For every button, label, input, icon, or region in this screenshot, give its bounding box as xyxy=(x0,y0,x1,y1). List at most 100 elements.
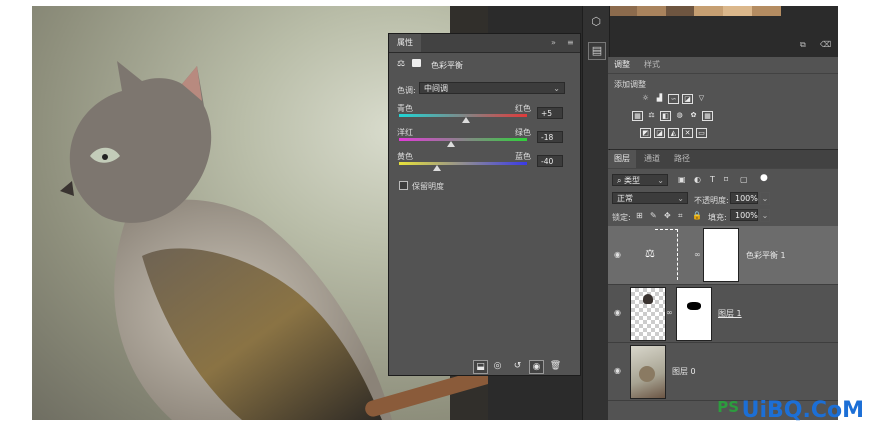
panel-menu-icon[interactable]: ≡ xyxy=(567,38,574,47)
new-group-icon[interactable]: ⧉ xyxy=(800,40,806,50)
adjustment-title: 色彩平衡 xyxy=(431,61,463,70)
collapse-icon[interactable]: » xyxy=(551,38,556,47)
view-previous-icon[interactable]: ◎ xyxy=(491,360,504,372)
adjustment-layer-thumbnail[interactable]: ⚖ xyxy=(628,228,680,282)
layer-mask-thumbnail[interactable] xyxy=(703,228,739,282)
mask-icon[interactable] xyxy=(412,59,421,67)
adjustments-panel: 调整 样式 添加调整 ☼ ▟ ∽ ◪ ▽ ▦ ⚖ ◧ ◍ ✿ ▦ ◩ ◪ ◭ ✕… xyxy=(608,57,838,149)
swatch[interactable] xyxy=(665,6,695,16)
invert-icon[interactable]: ◩ xyxy=(640,128,651,138)
lock-artboard-icon[interactable]: ⌗ xyxy=(678,211,683,221)
opacity-dropdown-icon[interactable]: ⌄ xyxy=(760,192,770,205)
slider-yellow-blue-value[interactable]: -40 xyxy=(537,155,563,167)
swatch[interactable] xyxy=(723,6,752,16)
filter-type-icon[interactable]: T xyxy=(710,175,715,184)
reset-icon[interactable]: ↺ xyxy=(511,360,524,372)
lock-position-icon[interactable]: ✥ xyxy=(664,211,671,220)
swatch[interactable] xyxy=(694,6,723,16)
levels-icon[interactable]: ▟ xyxy=(654,94,665,104)
lock-all-icon[interactable]: 🔒 xyxy=(692,211,702,220)
eye-icon[interactable]: ◉ xyxy=(614,366,624,375)
color-lookup-icon[interactable]: ▦ xyxy=(702,111,713,121)
channel-mixer-icon[interactable]: ✿ xyxy=(688,111,699,121)
blend-mode-select[interactable]: 正常 ⌄ xyxy=(612,192,688,204)
layer-name[interactable]: 图层 0 xyxy=(672,366,696,377)
threshold-icon[interactable]: ◭ xyxy=(668,128,679,138)
swatch[interactable] xyxy=(780,6,810,16)
cat-head-shape xyxy=(643,294,653,304)
fill-dropdown-icon[interactable]: ⌄ xyxy=(760,209,770,222)
add-adjustment-label: 添加调整 xyxy=(614,80,646,89)
swatch[interactable] xyxy=(608,6,637,16)
delete-icon[interactable]: ⌫ xyxy=(820,40,831,49)
divider xyxy=(608,73,838,74)
visibility-eye-icon[interactable]: ◉ xyxy=(529,360,544,374)
tab-properties[interactable]: 属性 xyxy=(389,34,421,52)
layer-name[interactable]: 色彩平衡 1 xyxy=(746,250,786,261)
slider-yellow-label: 黄色 xyxy=(397,152,413,161)
curves-icon[interactable]: ∽ xyxy=(668,94,679,104)
swatch[interactable] xyxy=(751,6,781,16)
filter-smart-object-icon[interactable]: ▢ xyxy=(740,175,748,184)
properties-panel-icon[interactable]: ▤ xyxy=(588,42,606,60)
lock-image-icon[interactable]: ✎ xyxy=(650,211,657,220)
gradient-map-icon[interactable]: ▭ xyxy=(696,128,707,138)
clip-to-layer-icon[interactable]: ⬓ xyxy=(473,360,488,374)
slider-cyan-red-value[interactable]: +5 xyxy=(537,107,563,119)
layer-mask-thumbnail[interactable] xyxy=(676,287,712,341)
link-chain-icon[interactable]: ∞ xyxy=(666,308,673,317)
slider-magenta-green-thumb[interactable] xyxy=(447,141,456,147)
black-white-icon[interactable]: ◧ xyxy=(660,111,671,121)
link-chain-icon[interactable]: ∞ xyxy=(694,250,701,259)
layer-row[interactable]: ◉ ⚖ ∞ 色彩平衡 1 xyxy=(608,226,838,285)
tab-paths[interactable]: 路径 xyxy=(668,150,696,168)
properties-panel: 属性 » ≡ ⚖ 色彩平衡 色调: 中间调 ⌄ 青色 红色 +5 洋红 绿色 -… xyxy=(388,33,581,376)
fill-input[interactable]: 100% xyxy=(730,209,758,221)
eye-icon[interactable]: ◉ xyxy=(614,250,624,259)
slider-yellow-blue-track[interactable] xyxy=(399,162,527,165)
selective-color-icon[interactable]: ✕ xyxy=(682,128,693,138)
filter-toggle-icon[interactable]: ● xyxy=(760,173,768,183)
photo-filter-icon[interactable]: ◍ xyxy=(674,111,685,121)
filter-shape-icon[interactable]: ⌑ xyxy=(724,175,728,184)
trash-icon[interactable]: 🗑 xyxy=(549,360,562,372)
tab-styles[interactable]: 样式 xyxy=(638,57,666,73)
fill-label: 填充: xyxy=(708,213,727,222)
vibrance-icon[interactable]: ▽ xyxy=(696,94,707,104)
slider-yellow-blue-thumb[interactable] xyxy=(433,165,442,171)
tone-select[interactable]: 中间调 ⌄ xyxy=(419,82,565,94)
eye-icon[interactable]: ◉ xyxy=(614,308,624,317)
posterize-icon[interactable]: ◪ xyxy=(654,128,665,138)
exposure-icon[interactable]: ◪ xyxy=(682,94,693,104)
slider-magenta-green-track[interactable] xyxy=(399,138,527,141)
layer-row[interactable]: ◉ 图层 0 xyxy=(608,342,838,401)
slider-cyan-red-thumb[interactable] xyxy=(462,117,471,123)
lock-transparent-icon[interactable]: ⊞ xyxy=(636,211,643,220)
swatch[interactable] xyxy=(636,6,666,16)
layer-row[interactable]: ◉ ∞ 图层 1 xyxy=(608,284,838,343)
layer-name[interactable]: 图层 1 xyxy=(718,308,742,319)
swatches-strip[interactable] xyxy=(608,6,838,16)
slider-magenta-green-value[interactable]: -18 xyxy=(537,131,563,143)
filter-pixel-icon[interactable]: ▣ xyxy=(678,175,686,184)
opacity-input[interactable]: 100% xyxy=(730,192,758,204)
selection-bracket xyxy=(655,229,678,280)
preserve-luminosity-checkbox[interactable] xyxy=(399,181,408,190)
tab-channels[interactable]: 通道 xyxy=(638,150,666,168)
swatch[interactable] xyxy=(809,6,838,16)
lock-label: 锁定: xyxy=(612,213,631,222)
slider-cyan-label: 青色 xyxy=(397,104,413,113)
layer-filter-select[interactable]: ⌕ 类型 ⌄ xyxy=(612,174,668,186)
layer-thumbnail[interactable] xyxy=(630,287,666,341)
brightness-icon[interactable]: ☼ xyxy=(640,94,651,104)
filter-adjustment-icon[interactable]: ◐ xyxy=(694,175,701,184)
hue-saturation-icon[interactable]: ▦ xyxy=(632,111,643,121)
tab-adjustments[interactable]: 调整 xyxy=(608,57,636,73)
adjustment-icons-row-1: ☼ ▟ ∽ ◪ ▽ xyxy=(640,94,707,104)
tab-layers[interactable]: 图层 xyxy=(608,150,636,168)
watermark-domain: UiBQ.CoM xyxy=(741,398,864,423)
layers-tabs: 图层 通道 路径 xyxy=(608,150,838,169)
3d-cube-icon[interactable]: ⬡ xyxy=(588,14,604,30)
layer-thumbnail[interactable] xyxy=(630,345,666,399)
color-balance-icon[interactable]: ⚖ xyxy=(646,111,657,121)
